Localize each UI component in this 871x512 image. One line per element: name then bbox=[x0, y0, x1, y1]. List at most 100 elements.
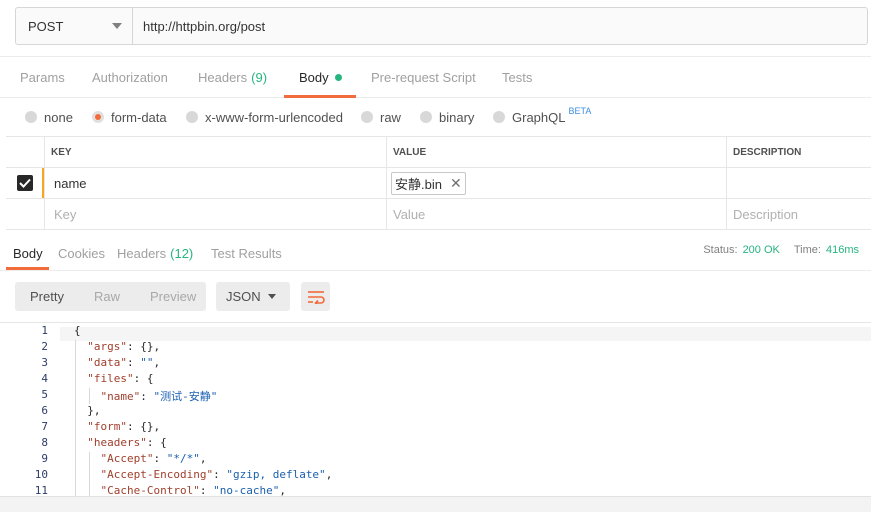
indent-guide bbox=[89, 388, 90, 404]
response-body-code[interactable]: 1 {2 "args": {}, 3 "data": "", 4 "files": {… bbox=[0, 322, 871, 496]
tab-label: Headers bbox=[198, 69, 248, 85]
tab-count: (9) bbox=[251, 69, 268, 85]
radio-raw[interactable]: raw bbox=[361, 104, 401, 130]
key-cell[interactable]: name bbox=[44, 168, 386, 198]
view-raw[interactable]: Raw bbox=[79, 282, 135, 311]
response-tab-headers[interactable]: Headers (12) bbox=[117, 238, 193, 268]
horizontal-scrollbar[interactable] bbox=[0, 496, 871, 512]
key-input[interactable]: Key bbox=[44, 199, 386, 229]
body-type-options: none form-data x-www-form-urlencoded raw… bbox=[0, 104, 871, 130]
value-cell[interactable]: 安静.bin ✕ bbox=[386, 168, 726, 198]
line-number: 6 bbox=[41, 404, 48, 417]
tab-label: Test Results bbox=[211, 245, 282, 261]
format-select[interactable]: JSON bbox=[216, 282, 290, 311]
radio-circle-icon bbox=[493, 111, 505, 123]
indent-guide bbox=[75, 340, 76, 496]
line-number: 1 bbox=[41, 324, 48, 337]
tab-params[interactable]: Params bbox=[20, 57, 65, 97]
code-line: "data": "", bbox=[87, 356, 161, 369]
time-value: 416ms bbox=[825, 244, 859, 256]
format-label: JSON bbox=[226, 289, 261, 304]
line-number: 5 bbox=[41, 388, 48, 401]
radio-none[interactable]: none bbox=[25, 104, 73, 130]
line-number: 9 bbox=[41, 452, 48, 465]
response-tab-test-results[interactable]: Test Results bbox=[211, 238, 282, 268]
code-line: "name": "测试-安静" bbox=[100, 390, 218, 403]
radio-form-data[interactable]: form-data bbox=[92, 104, 167, 130]
close-icon[interactable]: ✕ bbox=[450, 176, 462, 190]
code-line: "args": {}, bbox=[87, 340, 161, 353]
indent-guide bbox=[89, 452, 90, 496]
radio-label: form-data bbox=[111, 109, 167, 125]
modified-dot-icon bbox=[334, 73, 342, 81]
chevron-down-icon bbox=[112, 23, 122, 29]
response-tabs: Body Cookies Headers (12) Test Results St… bbox=[0, 238, 871, 270]
file-chip: 安静.bin ✕ bbox=[391, 171, 466, 195]
form-data-table: KEY VALUE DESCRIPTION name 安静.bin ✕ Key … bbox=[6, 136, 871, 230]
tab-count: (12) bbox=[170, 245, 194, 261]
request-tabs: Params Authorization Headers (9) Body Pre… bbox=[0, 56, 871, 98]
view-pretty[interactable]: Pretty bbox=[15, 282, 79, 311]
description-cell[interactable] bbox=[726, 168, 871, 198]
radio-selected-icon bbox=[92, 111, 104, 123]
key-value: name bbox=[54, 175, 87, 191]
radio-label: GraphQL bbox=[512, 109, 566, 125]
wrap-lines-button[interactable] bbox=[301, 282, 330, 311]
code-line: "Cache-Control": "no-cache", bbox=[100, 484, 286, 496]
time-label: Time: bbox=[793, 244, 821, 256]
radio-x-www-form-urlencoded[interactable]: x-www-form-urlencoded bbox=[186, 104, 343, 130]
radio-circle-icon bbox=[420, 111, 432, 123]
status-label: Status: bbox=[703, 244, 738, 256]
description-input[interactable]: Description bbox=[726, 199, 871, 229]
radio-binary[interactable]: binary bbox=[420, 104, 474, 130]
line-number: 11 bbox=[34, 484, 48, 496]
line-number: 7 bbox=[41, 420, 48, 433]
line-number: 10 bbox=[34, 468, 48, 481]
tab-label: Params bbox=[20, 69, 65, 85]
tab-authorization[interactable]: Authorization bbox=[92, 57, 168, 97]
status-value: 200 OK bbox=[742, 244, 780, 256]
tab-label: Headers bbox=[117, 245, 167, 261]
row-checkbox[interactable] bbox=[6, 168, 44, 198]
tab-label: Authorization bbox=[92, 69, 168, 85]
code-line: "headers": { bbox=[87, 436, 167, 449]
code-line: "Accept": "*/*", bbox=[100, 452, 207, 465]
radio-circle-icon bbox=[25, 111, 37, 123]
radio-label: none bbox=[44, 109, 73, 125]
radio-label: x-www-form-urlencoded bbox=[205, 109, 343, 125]
code-line: "form": {}, bbox=[87, 420, 161, 433]
response-tab-body[interactable]: Body bbox=[13, 238, 43, 268]
url-input[interactable]: http://httpbin.org/post bbox=[133, 8, 867, 44]
tab-pre-request-script[interactable]: Pre-request Script bbox=[371, 57, 476, 97]
view-mode-switch: Pretty Raw Preview bbox=[15, 282, 206, 311]
code-line: { bbox=[74, 324, 81, 337]
radio-label: binary bbox=[439, 109, 475, 125]
tab-label: Tests bbox=[502, 69, 533, 85]
tab-label: Pre-request Script bbox=[371, 69, 476, 85]
column-header-key: KEY bbox=[44, 137, 388, 167]
response-toolbar: Pretty Raw Preview JSON bbox=[0, 270, 871, 322]
line-number: 2 bbox=[41, 340, 48, 353]
table-row: name 安静.bin ✕ bbox=[6, 168, 871, 199]
radio-circle-icon bbox=[186, 111, 198, 123]
radio-graphql[interactable]: GraphQL BETA bbox=[493, 104, 591, 130]
tab-tests[interactable]: Tests bbox=[502, 57, 532, 97]
beta-badge: BETA bbox=[568, 106, 592, 116]
value-input[interactable]: Value bbox=[386, 199, 726, 229]
code-line: "Accept-Encoding": "gzip, deflate", bbox=[100, 468, 333, 481]
checkbox-checked-icon bbox=[17, 175, 33, 191]
tab-headers[interactable]: Headers (9) bbox=[198, 57, 267, 97]
method-select[interactable]: POST bbox=[16, 8, 133, 44]
view-preview[interactable]: Preview bbox=[135, 282, 211, 311]
chevron-down-icon bbox=[268, 294, 276, 299]
active-line-highlight bbox=[60, 327, 871, 341]
response-tab-cookies[interactable]: Cookies bbox=[58, 238, 105, 268]
request-url-bar: POST http://httpbin.org/post bbox=[15, 7, 868, 45]
code-line: "files": { bbox=[87, 372, 154, 385]
table-header-row: KEY VALUE DESCRIPTION bbox=[6, 137, 871, 168]
line-number: 8 bbox=[41, 436, 48, 449]
tab-label: Body bbox=[13, 245, 43, 261]
tab-body[interactable]: Body bbox=[299, 57, 342, 97]
response-status: Status: 200 OK Time: 416ms bbox=[703, 238, 859, 262]
column-header-value: VALUE bbox=[386, 137, 726, 167]
